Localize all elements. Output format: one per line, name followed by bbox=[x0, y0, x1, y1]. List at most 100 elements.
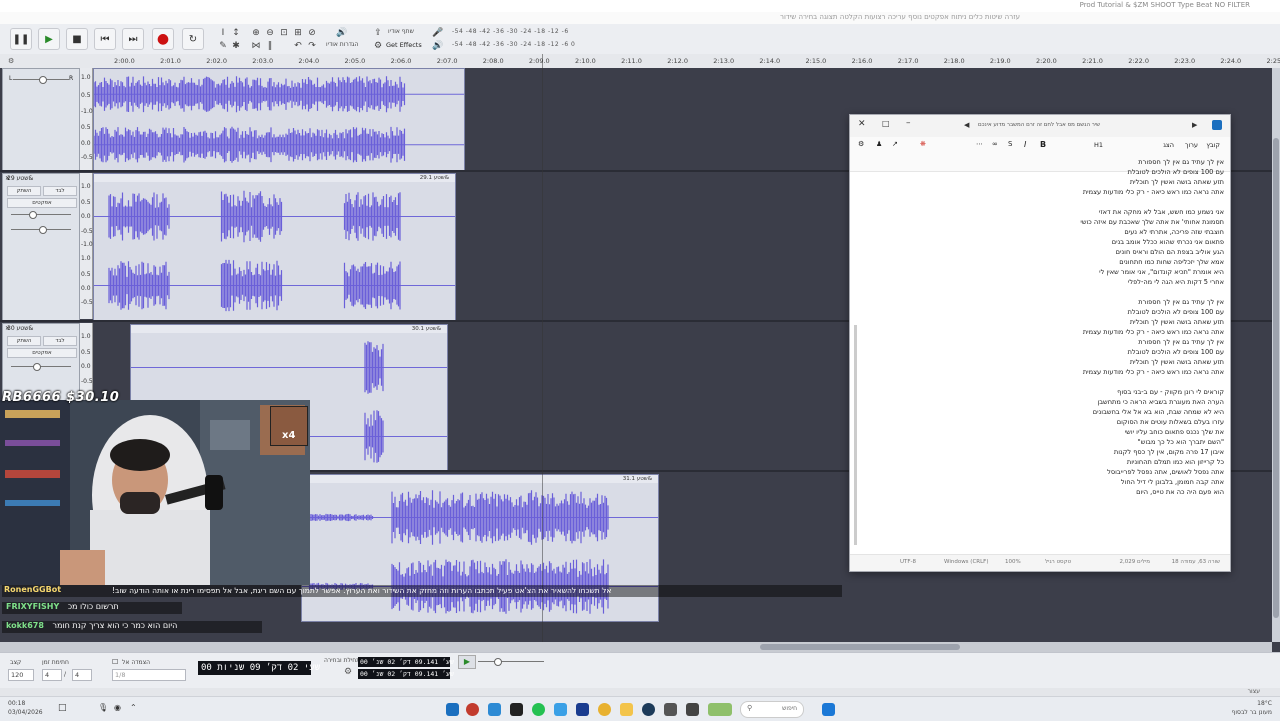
link-icon[interactable]: ∞ bbox=[992, 140, 998, 148]
edit-menu[interactable]: ערוך bbox=[1185, 141, 1198, 149]
timeline-settings-icon[interactable]: ⚙ bbox=[8, 57, 14, 65]
gain-knob[interactable] bbox=[33, 363, 41, 371]
document-line[interactable]: הוא פעם היה כה את טייס, היום bbox=[884, 487, 1224, 497]
horizontal-scrollbar[interactable] bbox=[0, 642, 1272, 652]
gain-slider[interactable] bbox=[11, 214, 71, 215]
fit-project-icon[interactable]: ⊞ bbox=[292, 27, 304, 39]
pan-knob[interactable] bbox=[39, 226, 47, 234]
notification-icon[interactable]: □ bbox=[58, 703, 67, 713]
get-effects-label[interactable]: Get Effects bbox=[386, 41, 422, 49]
italic-icon[interactable]: I bbox=[1024, 140, 1026, 149]
document-line[interactable]: אחרי 5 דקות היא הגה לי מה-לפלי bbox=[884, 277, 1224, 287]
document-line[interactable]: הערה האת מעוגרת בשביא הראה כי מתחשבן bbox=[884, 397, 1224, 407]
settings-icon[interactable]: ⚙ bbox=[858, 140, 864, 148]
silence-icon[interactable]: ‖ bbox=[264, 40, 276, 52]
clip-label[interactable]: 30.1 שטע& bbox=[131, 325, 447, 333]
time-signature-bottom[interactable]: 4 bbox=[72, 669, 92, 681]
document-line[interactable]: תזע שאתה בושה ואשין לך תוכלית bbox=[884, 177, 1224, 187]
trim-icon[interactable]: ⋈ bbox=[250, 40, 262, 52]
windows-start-icon[interactable] bbox=[822, 703, 835, 716]
redo-icon[interactable]: ↷ bbox=[306, 40, 318, 52]
document-line[interactable]: עם 100 צופים לא הולכים לטובלת bbox=[884, 167, 1224, 177]
track-name[interactable]: שטע 30& bbox=[7, 325, 33, 332]
steam-taskbar-icon[interactable] bbox=[642, 703, 655, 716]
copilot-icon[interactable]: ❋ bbox=[920, 140, 926, 148]
speed-slider[interactable] bbox=[478, 661, 544, 662]
gain-slider[interactable] bbox=[11, 366, 71, 367]
text-format[interactable]: טקסט רגיל bbox=[1045, 559, 1071, 565]
weather-temp[interactable]: 18°C bbox=[1257, 700, 1272, 707]
audacity-taskbar-icon[interactable] bbox=[576, 703, 589, 716]
strikethrough-icon[interactable]: S bbox=[1008, 140, 1012, 148]
document-line[interactable]: אתה נראה כמו ראש כיאה - רק כלי מודעות עצ… bbox=[884, 327, 1224, 337]
close-icon[interactable]: ✕ bbox=[858, 119, 866, 129]
app2-taskbar-icon[interactable] bbox=[554, 703, 567, 716]
document-line[interactable]: תסמונת אחותי' את אתה שלך שאכבת עם איזה כ… bbox=[884, 217, 1224, 227]
document-line[interactable]: אתה נראה כמו ראש כיאה - רק כלי מודעות עצ… bbox=[884, 367, 1224, 377]
record-meter-scale[interactable]: -54 -48 -42 -36 -30 -24 -18 -12 -6 bbox=[452, 28, 569, 35]
notepad-taskbar-icon[interactable] bbox=[446, 703, 459, 716]
audio-setup-label[interactable]: הגדרות אודיו bbox=[326, 41, 358, 48]
document-line[interactable]: תזע שאתה בושה ואשין לך תוכלית bbox=[884, 317, 1224, 327]
snap-select[interactable]: 1/8 bbox=[112, 669, 186, 681]
document-line[interactable]: אין לך עתיד גם אין לך חספורת bbox=[884, 157, 1224, 167]
app3-taskbar-icon[interactable] bbox=[664, 703, 677, 716]
undo-icon[interactable]: ↶ bbox=[292, 40, 304, 52]
zoom-out-icon[interactable]: ⊖ bbox=[264, 27, 276, 39]
tab-prev-icon[interactable]: ◀ bbox=[964, 121, 969, 129]
document-line[interactable]: קוראים לי רונן מקווק - עם ב-בני בסוף bbox=[884, 387, 1224, 397]
notepad-scrollbar[interactable] bbox=[854, 325, 857, 545]
document-line[interactable]: אתה נפסל לאושים, אתה נפסל לפרייבוסל bbox=[884, 467, 1224, 477]
share-audio-label[interactable]: שתף אודיו bbox=[388, 28, 414, 35]
tempo-input[interactable]: 120 bbox=[8, 669, 34, 681]
selection-start-time[interactable]: 00 שע׳ 09.141 דק׳ 02 שנ׳ bbox=[358, 657, 450, 667]
document-line[interactable]: היא אומרת "תכיא קונדום", אני אומר שאין ל… bbox=[884, 267, 1224, 277]
clock-date[interactable]: 03/04/2026 bbox=[8, 709, 43, 716]
document-line[interactable]: עם 100 צופים לא הולכים לטובלת bbox=[884, 347, 1224, 357]
widgets-taskbar-icon[interactable] bbox=[708, 703, 732, 716]
scroll-thumb[interactable] bbox=[760, 644, 960, 650]
document-line[interactable]: "השם יתברך הוא כל כך מבוש" bbox=[884, 437, 1224, 447]
app4-taskbar-icon[interactable] bbox=[686, 703, 699, 716]
maximize-icon[interactable]: □ bbox=[882, 119, 890, 128]
skip-end-button[interactable]: ⏭ bbox=[122, 28, 144, 50]
minimize-icon[interactable]: – bbox=[906, 118, 911, 128]
gain-knob[interactable] bbox=[29, 211, 37, 219]
notepad-window[interactable]: ✕ □ – ◀ שיר הגשם מס אבל לחם זה זרם המשבר… bbox=[849, 114, 1231, 572]
document-line[interactable]: עזרו בעלם בשאלות עוטים את הסוקום bbox=[884, 417, 1224, 427]
app-taskbar-icon[interactable] bbox=[488, 703, 501, 716]
speed-knob[interactable] bbox=[494, 658, 502, 666]
envelope-tool-icon[interactable]: ↕ bbox=[230, 27, 242, 39]
heading-button[interactable]: H1 bbox=[1094, 141, 1103, 149]
speaker-icon[interactable]: 🔊 bbox=[333, 27, 351, 39]
multi-tool-icon[interactable]: ✱ bbox=[230, 40, 242, 52]
vertical-scrollbar[interactable] bbox=[1272, 68, 1280, 642]
close-track-icon[interactable]: ✕ bbox=[5, 325, 10, 332]
document-line[interactable]: הגע אוליב בצפת הם הולם וראיס חונים bbox=[884, 247, 1224, 257]
effects-button[interactable]: אפקטים bbox=[7, 198, 77, 208]
file-menu[interactable]: קובץ bbox=[1206, 141, 1220, 149]
weather-desc[interactable]: מעונן בר לבסוף bbox=[1232, 709, 1272, 716]
encoding[interactable]: UTF-8 bbox=[900, 559, 916, 565]
time-signature-top[interactable]: 4 bbox=[42, 669, 62, 681]
playhead-line[interactable] bbox=[542, 54, 543, 654]
menu-bar[interactable]: עזרה שיטות כלים ניתוח אפקטים נוסף עריכה … bbox=[0, 12, 1280, 24]
share-icon[interactable]: ⇪ bbox=[372, 27, 384, 39]
mute-button[interactable]: השתק bbox=[7, 186, 41, 196]
close-track-icon[interactable]: ✕ bbox=[5, 175, 10, 182]
track-panel-1[interactable]: L R bbox=[2, 68, 80, 172]
search-box[interactable]: חיפוש ⚲ bbox=[740, 701, 804, 718]
document-line[interactable] bbox=[884, 377, 1224, 387]
network-icon[interactable]: ◉ bbox=[114, 703, 121, 712]
clip-track-1[interactable] bbox=[93, 68, 465, 171]
mic-icon[interactable]: 🎙 bbox=[98, 703, 108, 712]
record-button[interactable]: ● bbox=[152, 28, 174, 50]
document-line[interactable]: עם 100 צופים לא הולכים לטובלת bbox=[884, 307, 1224, 317]
document-line[interactable]: פתאום אני נכרתי שהוא ככלל אומב בנים bbox=[884, 237, 1224, 247]
document-line[interactable]: אמא שלך יזכליפה שחות כמו חתחונים bbox=[884, 257, 1224, 267]
track-name[interactable]: שטע 29& bbox=[7, 175, 33, 182]
document-line[interactable]: היא לא שמחה שבת, הוא בא אל אלי בחשבונים bbox=[884, 407, 1224, 417]
loop-button[interactable]: ↻ bbox=[182, 28, 204, 50]
notepad-tabs[interactable]: שיר הגשם מס אבל לחם זה זרם המשבר מדוע אי… bbox=[978, 122, 1100, 128]
account-icon[interactable]: ♟ bbox=[876, 140, 882, 148]
